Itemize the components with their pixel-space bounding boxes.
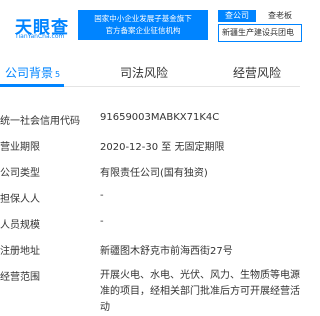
search-input[interactable]: 新疆生产建设兵团电 xyxy=(218,24,302,42)
info-label: 统一社会信用代码 xyxy=(0,116,80,127)
info-value: 开展火电、水电、光伏、风力、生物质等电源准的项目，经相关部门批准后方可开展经营活… xyxy=(100,270,300,313)
search-tab-boss[interactable]: 查老板 xyxy=(260,10,300,22)
info-label: 营业期限 xyxy=(0,142,40,153)
info-label: 经营范围 xyxy=(0,272,40,283)
info-value: - xyxy=(100,190,104,201)
info-value: 新疆图木舒克市前海西街27号 xyxy=(100,246,233,257)
tab-label: 公司背景 xyxy=(5,66,54,80)
site-logo[interactable]: 天眼查 TianYanCha.com xyxy=(6,8,68,40)
tab-count-badge: 5 xyxy=(55,70,61,79)
section-nav: 公司背景 5 司法风险 经营风险 xyxy=(0,58,300,87)
active-tab-indicator xyxy=(0,84,64,87)
info-value: 有限责任公司(国有独资) xyxy=(100,168,208,179)
info-value: 2020-12-30 至 无固定期限 xyxy=(100,142,225,153)
tab-business-risk[interactable]: 经营风险 xyxy=(233,64,281,81)
info-value: 91659003MABKX71K4C xyxy=(100,112,220,123)
credential-banner: 国家中小企业发展子基金旗下 官方备案企业征信机构 xyxy=(78,10,208,40)
site-header: 天眼查 TianYanCha.com 国家中小企业发展子基金旗下 官方备案企业征… xyxy=(0,0,302,50)
brand-domain: TianYanCha.com xyxy=(15,33,65,40)
banner-line-1: 国家中小企业发展子基金旗下 xyxy=(94,14,192,23)
banner-line-2: 官方备案企业征信机构 xyxy=(105,26,181,35)
search-tab-company[interactable]: 查公司 xyxy=(218,10,256,22)
info-label: 担保人人 xyxy=(0,194,40,205)
tab-judicial-risk[interactable]: 司法风险 xyxy=(120,64,168,81)
info-label: 人员规模 xyxy=(0,220,40,231)
info-label: 注册地址 xyxy=(0,246,40,257)
info-label: 公司类型 xyxy=(0,168,40,179)
tab-company-background[interactable]: 公司背景 5 xyxy=(5,64,60,81)
info-value: - xyxy=(100,216,104,227)
